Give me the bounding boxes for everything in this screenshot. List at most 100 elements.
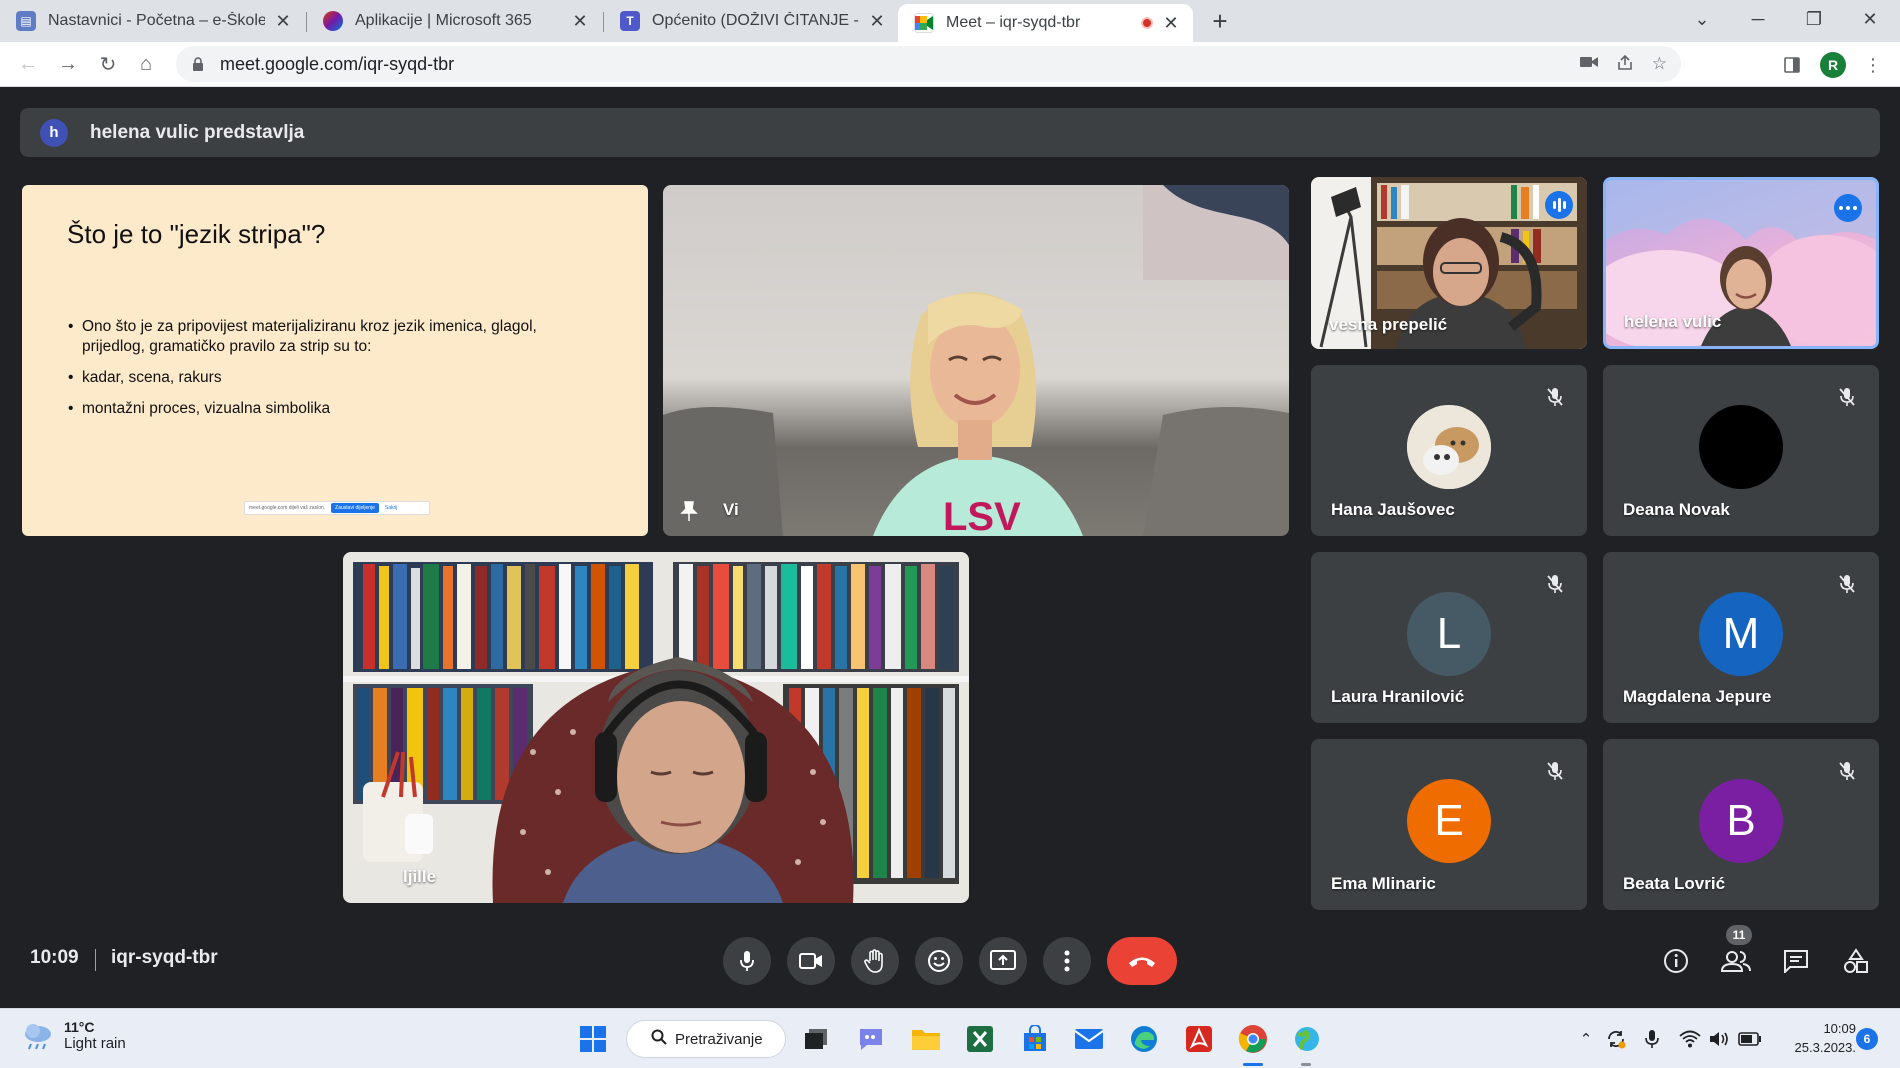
windows-start-icon[interactable] xyxy=(577,1023,609,1055)
screen-share-notice-bar: meet.google.com dijeli vaš zaslon. Zaust… xyxy=(244,501,430,515)
self-video-feed: LSV xyxy=(663,185,1289,536)
pin-icon[interactable] xyxy=(679,500,699,522)
participant-tile-magdalena[interactable]: M Magdalena Jepure xyxy=(1603,552,1879,723)
activities-shapes-icon xyxy=(1844,948,1868,973)
profile-avatar[interactable]: R xyxy=(1820,52,1846,78)
system-date: 25.3.2023. xyxy=(1794,1040,1856,1055)
meet-area: h helena vulic predstavlja Što je to "je… xyxy=(0,87,1900,1008)
tab-search-chevron-down-icon[interactable]: ⌄ xyxy=(1674,0,1730,38)
close-window-button[interactable]: ✕ xyxy=(1842,0,1898,38)
reload-button[interactable]: ↻ xyxy=(92,48,124,80)
avatar: E xyxy=(1407,779,1491,864)
task-view-icon[interactable] xyxy=(800,1023,832,1055)
participant-name: Beata Lovrić xyxy=(1623,874,1726,893)
forward-button[interactable]: → xyxy=(52,48,84,80)
close-icon[interactable]: ✕ xyxy=(1161,13,1181,33)
present-screen-icon xyxy=(990,950,1016,970)
more-options-icon[interactable] xyxy=(1834,194,1862,222)
participant-tile-beata[interactable]: B Beata Lovrić xyxy=(1603,739,1879,910)
tab-teams[interactable]: T Općenito (DOŽIVI ČITANJE - UČE ✕ xyxy=(604,0,899,42)
notification-badge[interactable]: 6 xyxy=(1856,1028,1878,1050)
participant-tile-laura[interactable]: L Laura Hranilović xyxy=(1311,552,1587,723)
svg-text:LSV: LSV xyxy=(943,495,1021,536)
weather-temperature: 11°C xyxy=(64,1019,95,1035)
sync-icon[interactable] xyxy=(1604,1027,1628,1051)
mic-off-icon xyxy=(1835,385,1859,409)
url-text[interactable]: meet.google.com/iqr-syqd-tbr xyxy=(220,54,454,75)
teams-chat-icon[interactable] xyxy=(855,1023,887,1055)
close-icon[interactable]: ✕ xyxy=(273,11,293,31)
close-icon[interactable]: ✕ xyxy=(570,11,590,31)
weather-widget[interactable]: 11°C Light rain xyxy=(22,1019,126,1052)
avatar: L xyxy=(1407,592,1491,677)
taskbar-search-box[interactable]: Pretraživanje xyxy=(626,1020,786,1058)
restore-button[interactable]: ❐ xyxy=(1786,0,1842,38)
leave-call-button[interactable] xyxy=(1107,937,1177,985)
participant-name: vesna prepelić xyxy=(1329,315,1448,334)
activities-button[interactable] xyxy=(1834,939,1878,983)
file-explorer-icon[interactable] xyxy=(910,1023,942,1055)
camera-button[interactable] xyxy=(787,937,835,985)
volume-icon[interactable] xyxy=(1708,1027,1732,1051)
e-skole-icon: ▤ xyxy=(16,11,36,31)
video-tile-ljille[interactable]: ljille xyxy=(343,552,969,903)
raise-hand-button[interactable] xyxy=(851,937,899,985)
system-time: 10:09 xyxy=(1823,1021,1856,1036)
hang-up-phone-icon xyxy=(1129,957,1155,967)
microphone-tray-icon[interactable] xyxy=(1640,1027,1664,1051)
present-screen-button[interactable] xyxy=(979,937,1027,985)
self-video-tile[interactable]: LSV Vi xyxy=(663,185,1289,536)
minimize-button[interactable]: ─ xyxy=(1730,0,1786,38)
video-camera-icon xyxy=(799,953,822,969)
video-tile-helena[interactable]: helena vulic xyxy=(1603,177,1879,349)
microphone-button[interactable] xyxy=(723,937,771,985)
participant-tile-ema[interactable]: E Ema Mlinaric xyxy=(1311,739,1587,910)
excel-icon[interactable] xyxy=(964,1023,996,1055)
camera-in-use-icon[interactable] xyxy=(1579,54,1598,77)
presentation-tile[interactable]: Što je to "jezik stripa"? Ono što je za … xyxy=(22,185,648,536)
back-button[interactable]: ← xyxy=(12,48,44,80)
video-tile-vesna[interactable]: vesna prepelić xyxy=(1311,177,1587,349)
wifi-icon[interactable] xyxy=(1678,1027,1702,1051)
kebab-menu-icon[interactable]: ⋮ xyxy=(1860,52,1886,78)
mail-icon[interactable] xyxy=(1073,1023,1105,1055)
bookmark-star-icon[interactable]: ☆ xyxy=(1652,54,1667,77)
people-button[interactable]: 11 xyxy=(1714,925,1758,983)
chat-button[interactable] xyxy=(1774,939,1818,983)
adobe-acrobat-icon[interactable] xyxy=(1183,1023,1215,1055)
close-icon[interactable]: ✕ xyxy=(867,11,887,31)
participant-tile-deana[interactable]: Deana Novak xyxy=(1603,365,1879,536)
tab-title: Aplikacije | Microsoft 365 xyxy=(355,12,532,29)
snipping-globe-icon[interactable] xyxy=(1291,1023,1323,1055)
battery-icon[interactable] xyxy=(1738,1027,1762,1051)
reactions-button[interactable] xyxy=(915,937,963,985)
home-button[interactable]: ⌂ xyxy=(130,48,162,80)
microsoft-store-icon[interactable] xyxy=(1019,1023,1051,1055)
participant-count-badge: 11 xyxy=(1726,925,1752,945)
chrome-icon[interactable] xyxy=(1237,1023,1269,1055)
show-hidden-icons-chevron-up-icon[interactable]: ⌃ xyxy=(1574,1027,1598,1051)
tab-e-skole[interactable]: ▤ Nastavnici - Početna – e-Škole ✕ xyxy=(0,0,305,42)
app-running-indicator xyxy=(1301,1063,1311,1066)
system-clock[interactable]: 10:09 25.3.2023. xyxy=(1776,1019,1856,1057)
slide-bullets: Ono što je za pripovijest materijalizira… xyxy=(68,317,598,430)
lock-icon[interactable] xyxy=(190,56,206,72)
recording-icon xyxy=(1141,17,1153,29)
tab-title: Općenito (DOŽIVI ČITANJE - UČE xyxy=(652,12,859,29)
stop-sharing-button: Zaustavi dijeljenje xyxy=(331,503,379,513)
presenting-banner[interactable]: h helena vulic predstavlja xyxy=(20,108,1880,157)
participant-name: Ema Mlinaric xyxy=(1331,874,1436,893)
meeting-details-button[interactable] xyxy=(1654,939,1698,983)
slide-title: Što je to "jezik stripa"? xyxy=(67,219,326,249)
emoji-smile-icon xyxy=(928,950,950,972)
tab-meet[interactable]: Meet – iqr-syqd-tbr ✕ xyxy=(898,4,1193,42)
share-icon[interactable] xyxy=(1616,54,1634,77)
edge-browser-icon[interactable] xyxy=(1128,1023,1160,1055)
more-options-button[interactable] xyxy=(1043,937,1091,985)
new-tab-button[interactable]: + xyxy=(1205,6,1235,36)
address-bar[interactable]: meet.google.com/iqr-syqd-tbr ☆ xyxy=(176,46,1681,82)
microphone-icon xyxy=(740,951,754,971)
participant-tile-hana[interactable]: Hana Jaušovec xyxy=(1311,365,1587,536)
side-panel-icon[interactable] xyxy=(1779,52,1805,78)
tab-microsoft-365[interactable]: Aplikacije | Microsoft 365 ✕ xyxy=(307,0,602,42)
